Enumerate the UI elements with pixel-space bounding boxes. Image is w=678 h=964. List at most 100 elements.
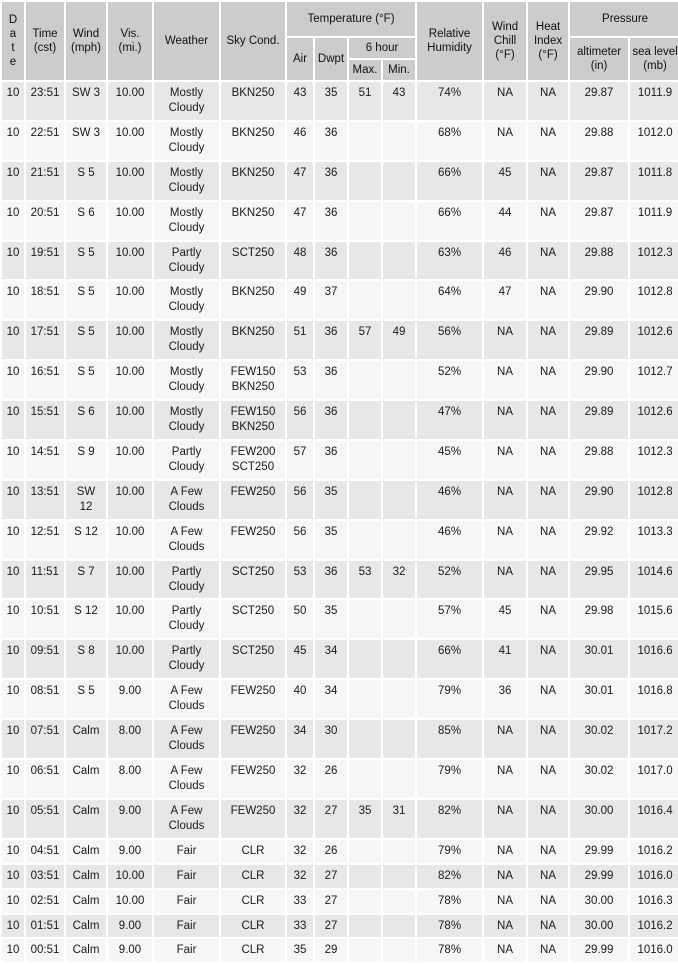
cell-time: 00:51 (26, 939, 64, 963)
cell-heat-index: NA (528, 121, 569, 160)
cell-air-temp: 53 (287, 361, 313, 400)
table-row: 10 22:51 SW 3 10.00 Mostly Cloudy BKN250 46 36 6… (2, 121, 678, 160)
cell-sea-level: 1012.8 (630, 281, 678, 320)
cell-relative-humidity: 78% (417, 939, 483, 963)
cell-six-hour-max (349, 680, 381, 719)
cell-six-hour-min (383, 480, 416, 519)
cell-sea-level: 1013.3 (630, 520, 678, 559)
cell-wind-chill: 36 (484, 680, 527, 719)
cell-six-hour-min (383, 600, 416, 639)
cell-time: 20:51 (26, 201, 64, 240)
cell-weather: A Few Clouds (154, 720, 219, 758)
cell-heat-index: NA (528, 480, 569, 519)
cell-sea-level: 1011.8 (630, 161, 678, 200)
cell-time: 02:51 (26, 889, 64, 913)
cell-heat-index: NA (528, 939, 569, 963)
cell-visibility: 10.00 (108, 321, 152, 360)
cell-sky-condition: SCT250 (221, 600, 285, 639)
cell-heat-index: NA (528, 401, 569, 439)
cell-wind: Calm (66, 889, 106, 913)
cell-air-temp: 33 (287, 914, 313, 938)
cell-sea-level: 1016.6 (630, 640, 678, 679)
cell-wind: S 8 (66, 640, 106, 679)
cell-relative-humidity: 74% (417, 82, 483, 120)
column-header-relative-humidity: Relative Humidity (417, 2, 483, 81)
cell-air-temp: 56 (287, 480, 313, 519)
cell-weather: Fair (154, 839, 219, 863)
cell-heat-index: NA (528, 82, 569, 120)
cell-relative-humidity: 66% (417, 201, 483, 240)
cell-altimeter: 29.88 (570, 121, 629, 160)
cell-relative-humidity: 46% (417, 520, 483, 559)
column-header-visibility: Vis. (mi.) (108, 2, 152, 81)
cell-sea-level: 1016.0 (630, 864, 678, 888)
cell-wind: Calm (66, 939, 106, 963)
cell-sea-level: 1016.0 (630, 939, 678, 963)
cell-dewpoint: 35 (315, 480, 347, 519)
cell-air-temp: 35 (287, 939, 313, 963)
cell-heat-index: NA (528, 914, 569, 938)
table-row: 10 09:51 S 8 10.00 Partly Cloudy SCT250 45 34 66… (2, 640, 678, 679)
cell-weather: Mostly Cloudy (154, 201, 219, 240)
cell-six-hour-max (349, 281, 381, 320)
cell-sea-level: 1017.0 (630, 759, 678, 798)
cell-heat-index: NA (528, 321, 569, 360)
date-letter-4: e (9, 56, 17, 69)
cell-altimeter: 30.00 (570, 914, 629, 938)
column-header-heat-index: Heat Index (°F) (528, 2, 569, 81)
cell-altimeter: 30.01 (570, 680, 629, 719)
cell-dewpoint: 29 (315, 939, 347, 963)
cell-air-temp: 53 (287, 560, 313, 599)
cell-relative-humidity: 57% (417, 600, 483, 639)
cell-heat-index: NA (528, 440, 569, 479)
cell-six-hour-min (383, 161, 416, 200)
cell-air-temp: 57 (287, 440, 313, 479)
cell-six-hour-min (383, 121, 416, 160)
cell-wind: Calm (66, 839, 106, 863)
cell-heat-index: NA (528, 201, 569, 240)
cell-heat-index: NA (528, 864, 569, 888)
cell-sky-condition: CLR (221, 914, 285, 938)
cell-dewpoint: 34 (315, 680, 347, 719)
cell-six-hour-min (383, 640, 416, 679)
column-group-header-temperature: Temperature (°F) (287, 2, 416, 37)
cell-wind: S 5 (66, 361, 106, 400)
cell-six-hour-min: 43 (383, 82, 416, 120)
date-letter-2: a (9, 28, 17, 41)
cell-time: 11:51 (26, 560, 64, 599)
cell-time: 01:51 (26, 914, 64, 938)
cell-sky-condition: FEW250 (221, 759, 285, 798)
cell-altimeter: 29.87 (570, 161, 629, 200)
cell-wind: S 5 (66, 161, 106, 200)
cell-air-temp: 43 (287, 82, 313, 120)
cell-weather: Mostly Cloudy (154, 161, 219, 200)
cell-visibility: 10.00 (108, 401, 152, 439)
cell-heat-index: NA (528, 759, 569, 798)
cell-dewpoint: 35 (315, 600, 347, 639)
cell-air-temp: 51 (287, 321, 313, 360)
cell-time: 07:51 (26, 720, 64, 758)
cell-visibility: 10.00 (108, 241, 152, 280)
cell-sky-condition: FEW250 (221, 680, 285, 719)
cell-relative-humidity: 63% (417, 241, 483, 280)
cell-six-hour-max (349, 520, 381, 559)
cell-sky-condition: BKN250 (221, 201, 285, 240)
cell-weather: A Few Clouds (154, 759, 219, 798)
table-row: 10 02:51 Calm 10.00 Fair CLR 33 27 78% NA NA 30.00 1… (2, 889, 678, 913)
cell-six-hour-max (349, 839, 381, 863)
cell-six-hour-max (349, 161, 381, 200)
cell-time: 08:51 (26, 680, 64, 719)
column-header-sea-level: sea level (mb) (630, 38, 678, 81)
cell-wind: S 5 (66, 680, 106, 719)
cell-dewpoint: 30 (315, 720, 347, 758)
cell-sky-condition: FEW250 (221, 520, 285, 559)
cell-wind-chill: 47 (484, 281, 527, 320)
cell-sky-condition: CLR (221, 939, 285, 963)
cell-visibility: 10.00 (108, 281, 152, 320)
cell-six-hour-max (349, 720, 381, 758)
cell-dewpoint: 36 (315, 361, 347, 400)
cell-weather: Mostly Cloudy (154, 82, 219, 120)
cell-sea-level: 1016.2 (630, 839, 678, 863)
cell-altimeter: 29.98 (570, 600, 629, 639)
date-letter-3: t (11, 42, 15, 55)
